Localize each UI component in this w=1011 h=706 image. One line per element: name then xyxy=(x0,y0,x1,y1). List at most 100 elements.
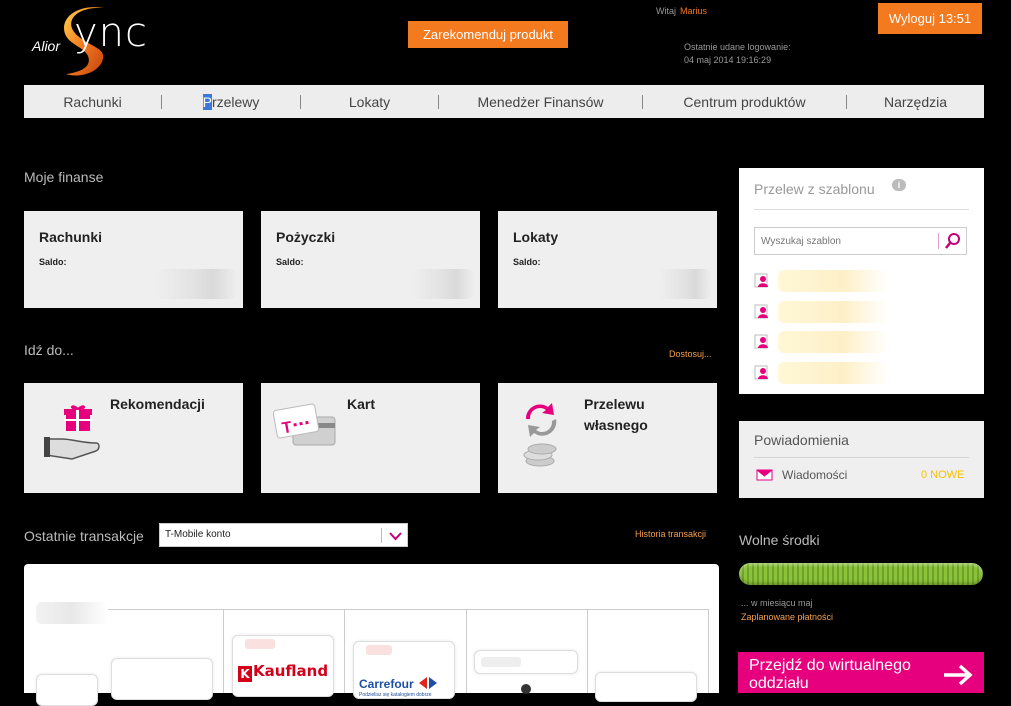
chevron-down-icon xyxy=(389,532,402,541)
goto-card-label: Rekomendacji xyxy=(110,396,205,412)
template-item[interactable] xyxy=(754,331,954,353)
cards-icon: T xyxy=(273,403,336,446)
welcome-label: Witaj xyxy=(656,6,676,16)
section-title-free-funds: Wolne środki xyxy=(739,532,820,548)
blurred-template-name xyxy=(778,331,888,353)
nav-item-centrum-produktow[interactable]: Centrum produktów xyxy=(643,94,846,110)
recommend-product-button[interactable]: Zarekomenduj produkt xyxy=(408,21,568,48)
template-user-icon xyxy=(754,334,768,349)
kaufland-logo: K Kaufland xyxy=(238,662,328,682)
search-divider xyxy=(938,233,939,249)
finance-card-rachunki[interactable]: Rachunki Saldo: xyxy=(24,211,243,308)
new-messages-count: 0 NOWE xyxy=(921,469,965,481)
template-transfer-panel: Przelew z szablonu i xyxy=(739,168,984,394)
customize-link[interactable]: Dostosuj... xyxy=(669,349,712,359)
account-select[interactable]: T-Mobile konto xyxy=(159,523,408,547)
panel-divider xyxy=(754,209,969,210)
goto-card-rekomendacji[interactable]: Rekomendacji xyxy=(24,383,243,493)
transaction-history-link[interactable]: Historia transakcji xyxy=(635,529,706,539)
blurred-amount xyxy=(481,657,521,667)
alior-sync-logo[interactable]: Alior ync xyxy=(30,4,200,80)
goto-card-kart[interactable]: T Kart xyxy=(261,383,480,493)
nav-label: Menedżer Finansów xyxy=(477,93,604,110)
select-divider xyxy=(381,528,382,543)
goto-card-label: Przelewu własnego xyxy=(584,394,648,436)
planned-payments-link[interactable]: Zaplanowane płatności xyxy=(741,612,833,622)
blurred-template-name xyxy=(778,301,888,323)
finance-card-lokaty[interactable]: Lokaty Saldo: xyxy=(498,211,717,308)
template-user-icon xyxy=(754,273,768,288)
template-search xyxy=(754,227,967,255)
transfer-coins-icon xyxy=(523,403,557,467)
goto-card-label-line1: Przelewu xyxy=(584,396,645,412)
carrefour-logo: Carrefour xyxy=(359,675,439,691)
section-title-transactions: Ostatnie transakcje xyxy=(24,528,144,544)
timeline-axis xyxy=(106,609,708,610)
nav-label: Narzędzia xyxy=(883,93,948,110)
transaction-card[interactable] xyxy=(111,658,213,700)
transaction-card[interactable] xyxy=(474,650,578,674)
logo-prefix: Alior xyxy=(32,38,61,54)
blurred-balance xyxy=(658,269,712,299)
blurred-balance xyxy=(411,269,475,299)
virtual-branch-button[interactable]: Przejdź do wirtualnego oddziału xyxy=(738,652,984,693)
notifications-panel: Powiadomienia Wiadomości 0 NOWE xyxy=(739,421,984,498)
blurred-amount xyxy=(366,645,392,655)
nav-label: rzelewy xyxy=(211,93,260,110)
saldo-label: Saldo: xyxy=(513,257,541,267)
nav-item-menedzer-finansow[interactable]: Menedżer Finansów xyxy=(439,94,642,110)
transactions-timeline: K Kaufland Carrefour Podzielisz się katal… xyxy=(24,564,719,706)
free-funds-period: ... w miesiącu maj xyxy=(741,598,813,608)
template-item[interactable] xyxy=(754,301,954,323)
panel-title: Powiadomienia xyxy=(754,432,849,448)
gift-hand-icon xyxy=(44,405,100,460)
panel-divider xyxy=(754,457,969,458)
search-icon[interactable] xyxy=(944,232,962,250)
finance-card-pozyczki[interactable]: Pożyczki Saldo: xyxy=(261,211,480,308)
template-item[interactable] xyxy=(754,362,954,384)
free-funds-bar xyxy=(739,563,983,585)
nav-item-rachunki[interactable]: Rachunki xyxy=(24,94,161,110)
blurred-template-name xyxy=(778,270,888,292)
timeline-divider xyxy=(344,609,345,693)
merchant-name: Kaufland xyxy=(253,662,329,680)
envelope-icon xyxy=(756,469,773,481)
last-login-value: 04 maj 2014 19:16:29 xyxy=(684,55,772,65)
transaction-card-carrefour[interactable]: Carrefour Podzielisz się katalogiem dobr… xyxy=(353,641,455,699)
logo-suffix: ync xyxy=(74,10,149,56)
panel-title: Przelew z szablonu xyxy=(754,181,875,197)
messages-link[interactable]: Wiadomości xyxy=(782,468,847,482)
nav-label: Rachunki xyxy=(63,93,122,110)
template-item[interactable] xyxy=(754,270,954,292)
logout-button[interactable]: Wyloguj 13:51 xyxy=(878,3,982,34)
nav-item-narzedzia[interactable]: Narzędzia xyxy=(847,94,984,110)
last-login-info: Ostatnie udane logowanie: 04 maj 2014 19… xyxy=(684,41,791,67)
timeline-divider xyxy=(708,609,709,693)
saldo-label: Saldo: xyxy=(276,257,304,267)
nav-label: Lokaty xyxy=(348,93,391,110)
user-name: Marius xyxy=(680,6,708,16)
timeline-divider xyxy=(223,609,224,693)
section-title-goto: Idź do... xyxy=(24,342,74,358)
info-icon[interactable]: i xyxy=(892,179,906,191)
transaction-card-kaufland[interactable]: K Kaufland xyxy=(232,635,334,697)
virtual-branch-label: Przejdź do wirtualnego oddziału xyxy=(749,657,911,692)
section-title-finances: Moje finanse xyxy=(24,169,104,185)
timeline-divider xyxy=(587,609,588,693)
card-title: Pożyczki xyxy=(276,229,336,245)
template-user-icon xyxy=(754,304,768,319)
merchant-name: Carrefour xyxy=(359,677,414,691)
nav-item-przelewy[interactable]: Przelewy xyxy=(162,93,300,110)
transaction-card[interactable] xyxy=(595,672,697,702)
goto-card-przelew-wlasny[interactable]: Przelewu własnego xyxy=(498,383,717,493)
nav-item-lokaty[interactable]: Lokaty xyxy=(301,94,438,110)
account-select-value: T-Mobile konto xyxy=(165,529,231,540)
template-search-input[interactable] xyxy=(759,232,933,250)
transaction-card[interactable] xyxy=(36,674,98,706)
nav-label-highlight: P xyxy=(202,93,212,110)
main-nav: Rachunki Przelewy Lokaty Menedżer Finans… xyxy=(24,85,984,118)
carrefour-icon xyxy=(419,677,438,689)
card-title: Rachunki xyxy=(39,229,103,245)
blurred-balance xyxy=(154,269,238,299)
goto-card-label-line2: własnego xyxy=(584,417,648,433)
